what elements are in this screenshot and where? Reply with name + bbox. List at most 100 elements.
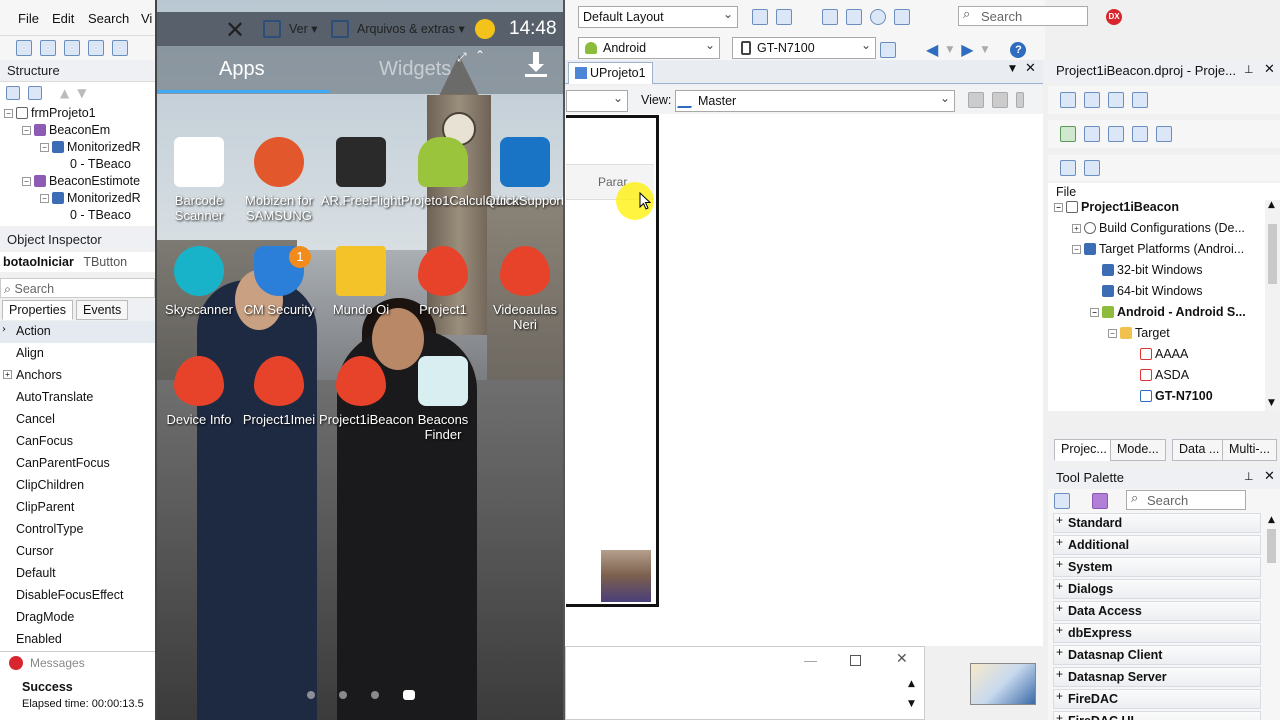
- app-videoaulas-neri[interactable]: Videoaulas Neri: [483, 246, 563, 332]
- page-dot[interactable]: [307, 691, 315, 699]
- platform-select[interactable]: Android: [578, 37, 720, 59]
- tree-node[interactable]: − Target Platforms (Androi...: [1072, 242, 1244, 256]
- arrow-down-icon[interactable]: ▼: [77, 86, 86, 100]
- add-view-icon[interactable]: [968, 92, 984, 108]
- save-desktop-icon[interactable]: [752, 9, 768, 25]
- tab-widgets[interactable]: Widgets: [379, 58, 451, 81]
- tree-node[interactable]: − Project1iBeacon: [1054, 200, 1179, 214]
- dx-logo-icon[interactable]: DX: [1106, 9, 1122, 25]
- app-projeto1calculadora[interactable]: Projeto1Calculadora: [401, 137, 519, 208]
- palette-search-input[interactable]: ⌕ Search: [1126, 490, 1246, 510]
- app-project1[interactable]: Project1: [401, 246, 485, 317]
- scrollbar-thumb[interactable]: [1268, 224, 1277, 284]
- menu-search[interactable]: Search: [88, 11, 129, 26]
- property-row[interactable]: Cursor: [0, 541, 155, 563]
- palette-category[interactable]: FireDAC: [1053, 689, 1261, 709]
- property-row[interactable]: ClipChildren: [0, 475, 155, 497]
- property-row[interactable]: Default: [0, 563, 155, 585]
- remove-icon[interactable]: [1108, 92, 1124, 108]
- page-dot-active[interactable]: [403, 690, 415, 700]
- palette-category[interactable]: System: [1053, 557, 1261, 577]
- tree-node[interactable]: ASDA: [1140, 368, 1189, 382]
- chevron-down-icon[interactable]: ▼: [946, 45, 953, 55]
- expand-icon[interactable]: ›: [2, 324, 6, 335]
- expand-all-icon[interactable]: [1084, 126, 1100, 142]
- tab-properties[interactable]: Properties: [2, 300, 73, 320]
- app-cm-security[interactable]: CM Security 1: [237, 246, 321, 317]
- new-icon[interactable]: [16, 40, 32, 56]
- mirror-files-menu[interactable]: Arquivos & extras ▾: [357, 21, 465, 36]
- help-icon[interactable]: ?: [1010, 41, 1027, 58]
- minimize-icon[interactable]: —: [804, 653, 817, 668]
- trash-icon[interactable]: [1016, 92, 1024, 108]
- add-file-icon[interactable]: [1084, 92, 1100, 108]
- tree-node[interactable]: − BeaconEm: [22, 123, 110, 137]
- property-row[interactable]: CanParentFocus: [0, 453, 155, 475]
- app-arfreeflight[interactable]: AR.FreeFlight: [319, 137, 403, 208]
- expand-icon[interactable]: ⤢: [457, 50, 467, 65]
- device-select[interactable]: GT-N7100: [732, 37, 876, 59]
- tab-multi-device[interactable]: Multi-...: [1222, 439, 1277, 461]
- tree-node[interactable]: − frmProjeto1: [4, 106, 96, 120]
- tree-node[interactable]: − Target: [1108, 326, 1170, 340]
- app-project1ibeacon[interactable]: Project1iBeacon: [319, 356, 414, 427]
- collapse-all-icon[interactable]: [1108, 126, 1124, 142]
- palette-category[interactable]: Datasnap Client: [1053, 645, 1261, 665]
- scroll-down-icon[interactable]: ▼: [1268, 398, 1275, 408]
- view-icon[interactable]: [1132, 92, 1148, 108]
- sync-icon[interactable]: [1060, 126, 1076, 142]
- menu-view[interactable]: Vi: [141, 11, 152, 26]
- app-quicksupport[interactable]: QuickSupport: [483, 137, 563, 208]
- pointer-tool-icon[interactable]: [1092, 493, 1108, 509]
- property-row[interactable]: Cancel: [0, 409, 155, 431]
- property-row[interactable]: CanFocus: [0, 431, 155, 453]
- app-project1imei[interactable]: Project1Imei: [237, 356, 321, 427]
- delete-icon[interactable]: [28, 86, 42, 100]
- structure-option-icon[interactable]: [6, 86, 20, 100]
- mirror-view-menu[interactable]: Ver ▾: [289, 21, 318, 36]
- delete-view-icon[interactable]: [992, 92, 1008, 108]
- pin-icon[interactable]: ⊥: [1244, 63, 1254, 76]
- categories-icon[interactable]: [1054, 493, 1070, 509]
- scroll-up-icon[interactable]: ▲: [1268, 200, 1275, 210]
- back-icon[interactable]: ◀: [926, 40, 938, 59]
- app-skyscanner[interactable]: Skyscanner: [157, 246, 241, 317]
- palette-category[interactable]: FireDAC UI: [1053, 711, 1261, 720]
- property-row[interactable]: ClipParent: [0, 497, 155, 519]
- scrollbar-thumb[interactable]: [1267, 529, 1276, 563]
- property-row[interactable]: Align: [0, 343, 155, 365]
- arrow-up-icon[interactable]: ▲: [60, 86, 69, 100]
- scroll-down-icon[interactable]: ▼: [908, 699, 915, 709]
- palette-category[interactable]: Dialogs: [1053, 579, 1261, 599]
- tab-data[interactable]: Data ...: [1172, 439, 1227, 461]
- object-selector[interactable]: botaoIniciar TButton: [0, 252, 155, 272]
- build-icon[interactable]: [1060, 160, 1076, 176]
- app-barcode-scanner[interactable]: Barcode Scanner: [157, 137, 241, 223]
- video-thumbnail[interactable]: [970, 663, 1036, 705]
- help-icon[interactable]: [870, 9, 886, 25]
- app-beacons-finder[interactable]: Beacons Finder: [401, 356, 485, 442]
- maximize-icon[interactable]: [850, 655, 861, 666]
- save-all-icon[interactable]: [64, 40, 80, 56]
- tree-node[interactable]: 64-bit Windows: [1102, 284, 1202, 298]
- tree-node[interactable]: − Android - Android S...: [1090, 305, 1246, 319]
- calendar-icon[interactable]: [846, 9, 862, 25]
- tab-projects[interactable]: Projec...: [1054, 439, 1114, 461]
- forward-icon[interactable]: ▶: [961, 40, 973, 59]
- property-row[interactable]: DisableFocusEffect: [0, 585, 155, 607]
- tree-node[interactable]: AAAA: [1140, 347, 1188, 361]
- scroll-up-icon[interactable]: ▲: [1268, 515, 1275, 525]
- tree-node[interactable]: 32-bit Windows: [1102, 263, 1202, 277]
- palette-category[interactable]: Data Access: [1053, 601, 1261, 621]
- property-row[interactable]: AutoTranslate: [0, 387, 155, 409]
- palette-category[interactable]: Additional: [1053, 535, 1261, 555]
- app-mobizen[interactable]: Mobizen for SAMSUNG: [237, 137, 321, 223]
- view-select[interactable]: Master: [675, 90, 955, 112]
- inspector-search-input[interactable]: ⌕ Search: [0, 278, 155, 298]
- tree-node[interactable]: 0 - TBeaco: [70, 157, 131, 171]
- mail-icon[interactable]: [822, 9, 838, 25]
- chevron-down-icon[interactable]: ▼: [1009, 64, 1016, 74]
- save-icon[interactable]: [112, 40, 128, 56]
- chevron-up-icon[interactable]: ⌃: [475, 48, 485, 62]
- menu-file[interactable]: File: [18, 11, 39, 26]
